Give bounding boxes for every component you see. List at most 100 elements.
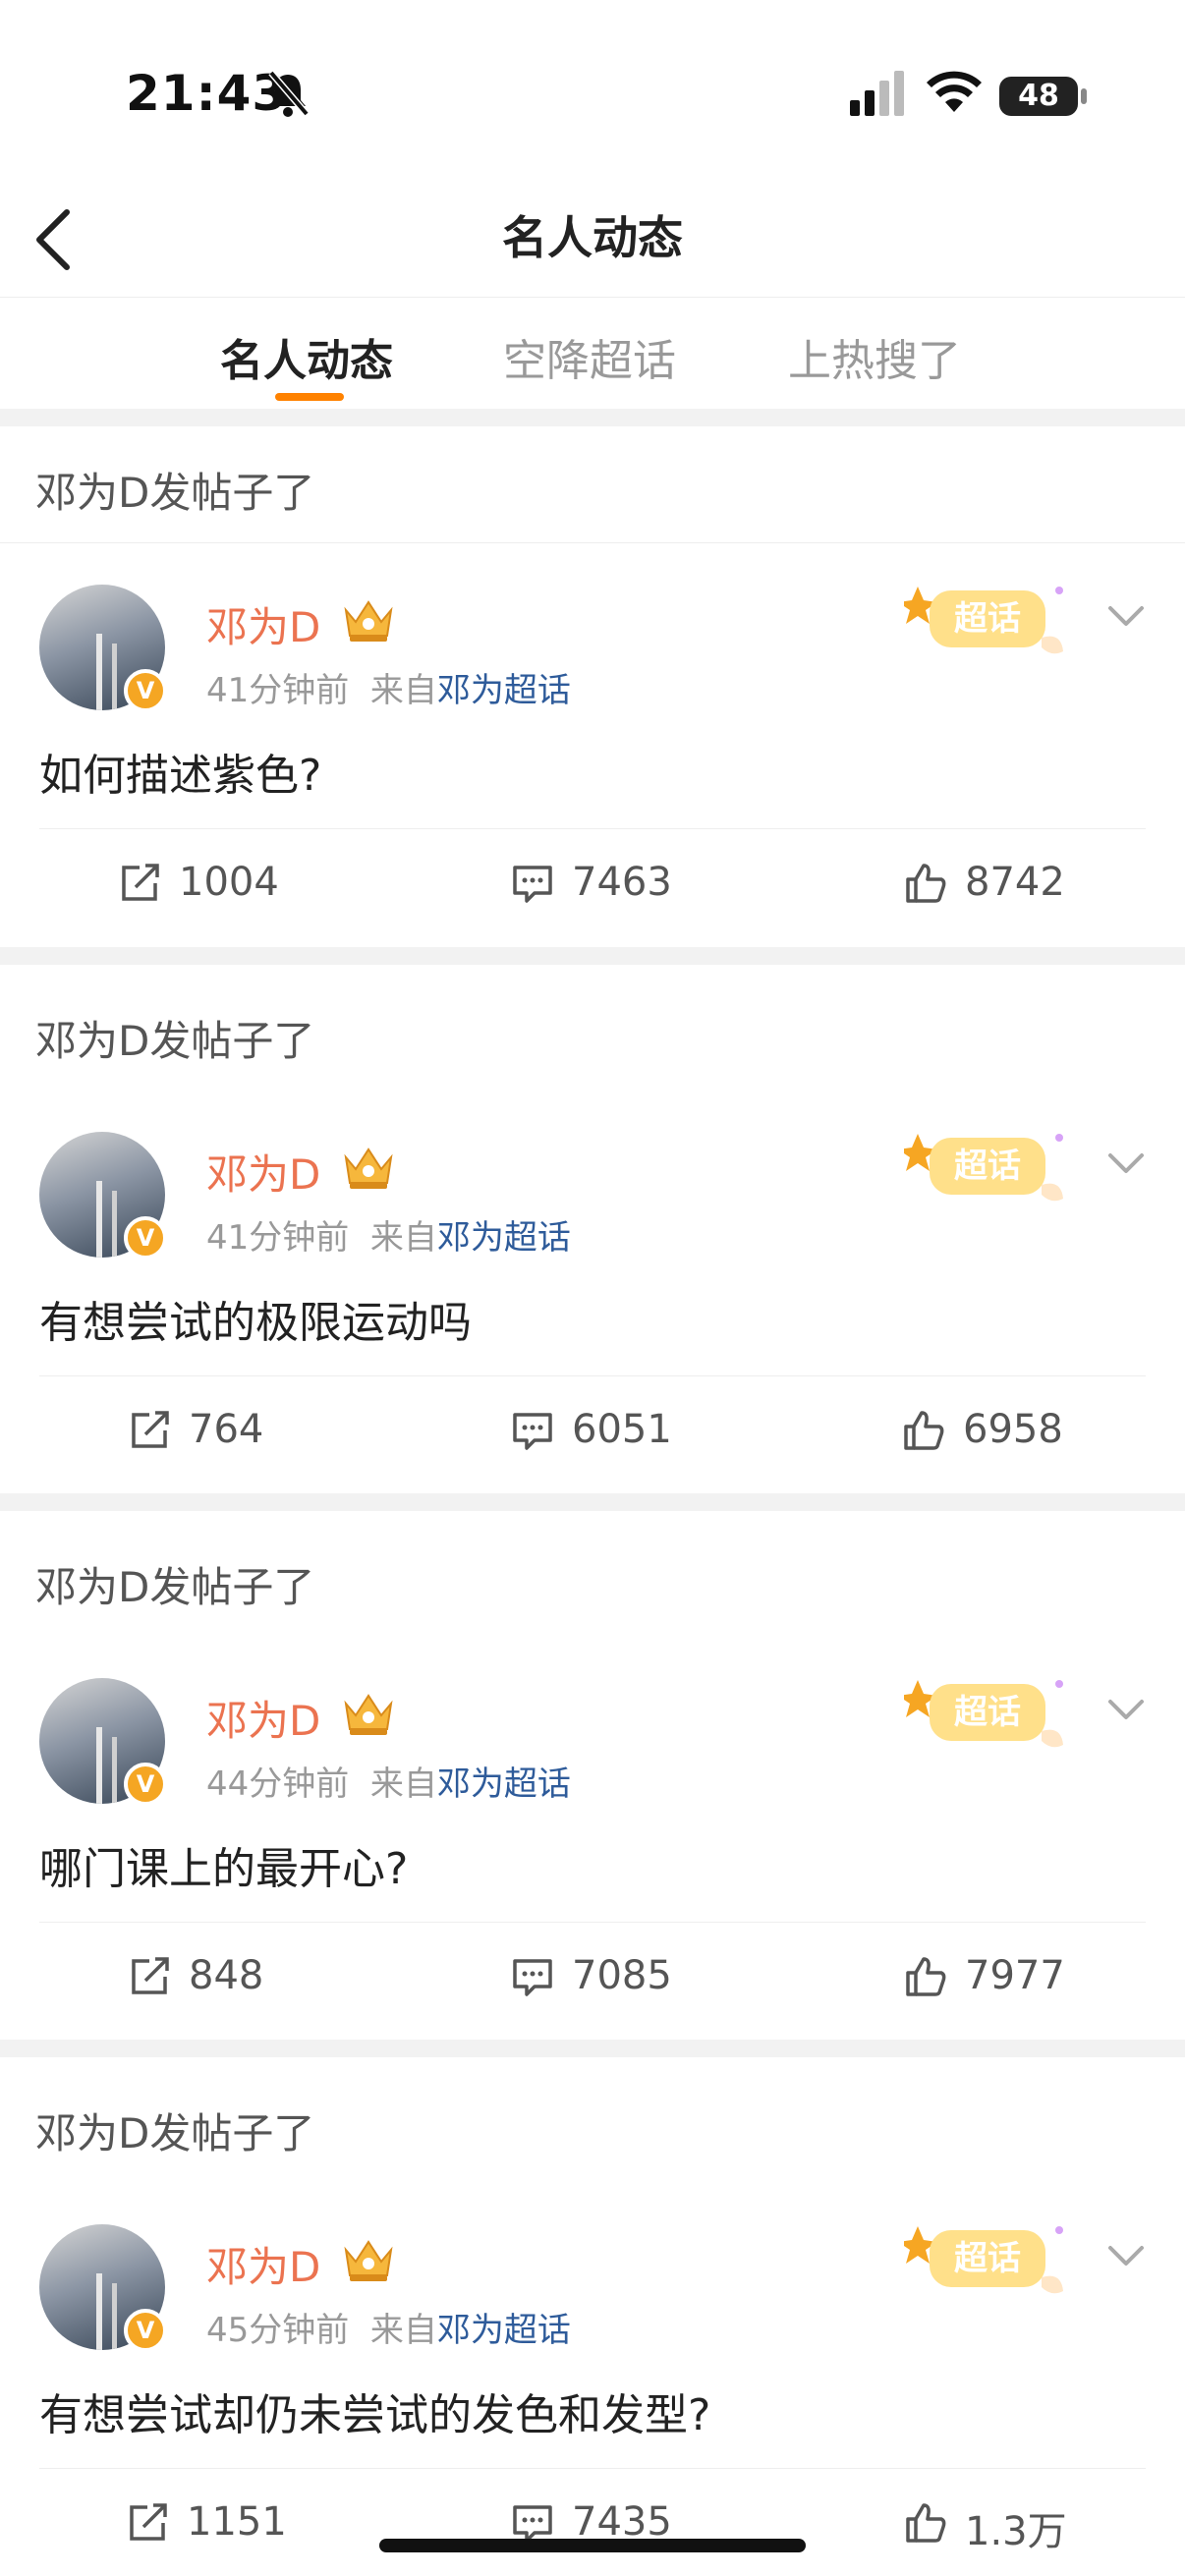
repost-icon [130, 2503, 167, 2541]
crown-badge-icon [344, 1148, 393, 1189]
like-count: 7977 [965, 1953, 1065, 1998]
section-separator [0, 409, 1185, 426]
post-card[interactable]: V 邓为D 41分钟前 来自邓为超话 超话 如何描述紫色? 1004 7463 … [0, 543, 1185, 946]
source-prefix: 来自 [369, 671, 437, 710]
divider [39, 1922, 1146, 1923]
tab-celebrity-updates[interactable]: 名人动态 [220, 325, 393, 388]
super-topic-badge-icon[interactable]: 超话 [904, 569, 1081, 667]
tab-airdrop-supertopic[interactable]: 空降超话 [503, 325, 676, 388]
active-tab-indicator [275, 393, 344, 401]
divider [39, 1375, 1146, 1376]
like-count: 8742 [965, 860, 1065, 905]
section-separator [0, 947, 1185, 965]
home-indicator[interactable] [379, 2539, 806, 2552]
chevron-down-icon[interactable] [1102, 1148, 1150, 1179]
bell-muted-icon [268, 70, 310, 117]
section-title: 邓为D发帖子了 [35, 2109, 315, 2157]
post-text: 如何描述紫色? [39, 751, 322, 801]
post-card[interactable]: V 邓为D 45分钟前 来自邓为超话 超话 有想尝试却仍未尝试的发色和发型? 1… [0, 2183, 1185, 2576]
super-topic-label: 超话 [954, 2239, 1021, 2278]
comment-icon [513, 1413, 552, 1450]
source-link[interactable]: 邓为超话 [437, 671, 571, 710]
status-bar: 21:43 48 [0, 0, 1185, 187]
repost-count: 1004 [179, 860, 279, 905]
section-header: 邓为D发帖子了 [0, 1521, 1185, 1638]
repost-icon [132, 1957, 169, 1994]
comment-icon [513, 1959, 552, 1996]
battery-indicator: 48 [999, 77, 1078, 116]
super-topic-badge-icon[interactable]: 超话 [904, 1662, 1081, 1761]
verified-badge-icon: V [124, 1216, 167, 1260]
author-name[interactable]: 邓为D [206, 2234, 320, 2294]
post-time: 41分钟前 [206, 1218, 350, 1258]
section-separator [0, 1493, 1185, 1511]
chevron-down-icon[interactable] [1102, 2240, 1150, 2271]
thumbs-up-icon [906, 1957, 946, 1996]
comment-icon [513, 866, 552, 903]
chevron-down-icon[interactable] [1102, 600, 1150, 632]
like-count: 6958 [963, 1407, 1063, 1452]
post-text: 有想尝试却仍未尝试的发色和发型? [39, 2390, 711, 2440]
source-prefix: 来自 [369, 1764, 437, 1804]
like-count: 1.3万 [965, 2509, 1067, 2554]
comment-count: 7463 [572, 860, 672, 905]
source-link[interactable]: 邓为超话 [437, 1218, 571, 1258]
battery-level: 48 [1018, 79, 1059, 113]
post-time: 45分钟前 [206, 2311, 350, 2350]
author-name[interactable]: 邓为D [206, 1688, 320, 1748]
post-text: 哪门课上的最开心? [39, 1844, 409, 1894]
source-link[interactable]: 邓为超话 [437, 2311, 571, 2350]
wifi-icon [927, 71, 982, 112]
repost-count: 1151 [187, 2499, 287, 2545]
source-prefix: 来自 [369, 2311, 437, 2350]
page-title: 名人动态 [502, 211, 683, 264]
post-time: 44分钟前 [206, 1764, 350, 1804]
section-header: 邓为D发帖子了 [0, 426, 1185, 543]
crown-badge-icon [344, 600, 393, 642]
super-topic-badge-icon[interactable]: 超话 [904, 1116, 1081, 1214]
author-name[interactable]: 邓为D [206, 1142, 320, 1202]
divider [39, 828, 1146, 829]
section-header: 邓为D发帖子了 [0, 2067, 1185, 2184]
crown-badge-icon [344, 1694, 393, 1735]
source-prefix: 来自 [369, 1218, 437, 1258]
post-text: 有想尝试的极限运动吗 [39, 1298, 472, 1348]
repost-count: 764 [189, 1407, 264, 1452]
section-title: 邓为D发帖子了 [35, 469, 315, 517]
thumbs-up-icon [906, 2503, 946, 2543]
tab-bar: 名人动态 空降超话 上热搜了 [0, 297, 1185, 410]
post-meta: 41分钟前 来自邓为超话 [206, 1210, 571, 1259]
tab-trending[interactable]: 上热搜了 [788, 325, 961, 388]
post-meta: 45分钟前 来自邓为超话 [206, 2303, 571, 2351]
section-separator [0, 2040, 1185, 2057]
source-link[interactable]: 邓为超话 [437, 1764, 571, 1804]
divider [39, 2468, 1146, 2469]
super-topic-badge-icon[interactable]: 超话 [904, 2209, 1081, 2307]
section-header: 邓为D发帖子了 [0, 975, 1185, 1092]
comment-count: 7085 [572, 1953, 672, 1998]
post-meta: 44分钟前 来自邓为超话 [206, 1757, 571, 1805]
nav-bar: 名人动态 [0, 187, 1185, 295]
section-title: 邓为D发帖子了 [35, 1563, 315, 1611]
repost-icon [132, 1411, 169, 1448]
post-card[interactable]: V 邓为D 44分钟前 来自邓为超话 超话 哪门课上的最开心? 848 7085… [0, 1637, 1185, 2040]
post-time: 41分钟前 [206, 671, 350, 710]
thumbs-up-icon [906, 864, 946, 903]
super-topic-label: 超话 [954, 599, 1021, 639]
status-time: 21:43 [126, 65, 288, 122]
verified-badge-icon: V [124, 1763, 167, 1806]
author-name[interactable]: 邓为D [206, 594, 320, 654]
chevron-down-icon[interactable] [1102, 1694, 1150, 1725]
crown-badge-icon [344, 2240, 393, 2281]
post-card[interactable]: V 邓为D 41分钟前 来自邓为超话 超话 有想尝试的极限运动吗 764 605… [0, 1091, 1185, 1493]
repost-icon [122, 864, 159, 901]
battery-tip [1081, 88, 1087, 104]
super-topic-label: 超话 [954, 1693, 1021, 1732]
verified-badge-icon: V [124, 2309, 167, 2352]
thumbs-up-icon [904, 1411, 944, 1450]
comment-count: 6051 [572, 1407, 672, 1452]
cellular-signal-icon [850, 71, 904, 116]
post-meta: 41分钟前 来自邓为超话 [206, 663, 571, 711]
verified-badge-icon: V [124, 669, 167, 712]
repost-count: 848 [189, 1953, 264, 1998]
